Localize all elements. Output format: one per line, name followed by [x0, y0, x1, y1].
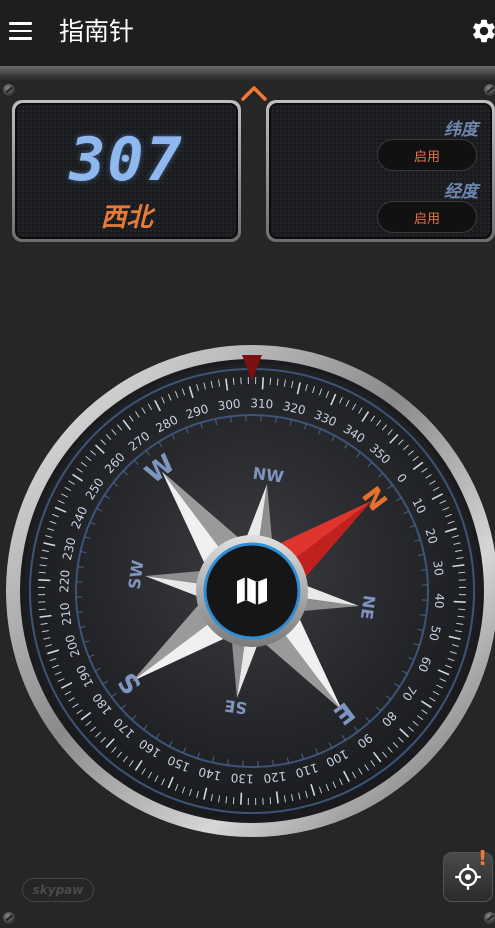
brand-logo: skypaw — [22, 878, 94, 902]
app-bar: 指南针 — [0, 0, 495, 66]
app-title: 指南针 — [59, 17, 135, 46]
intercardinal-label: SE — [223, 696, 248, 718]
heading-panel: 307 西北 — [12, 100, 241, 242]
latitude-enable-button[interactable]: 启用 — [377, 139, 477, 171]
heading-direction: 西北 — [100, 203, 153, 233]
screw-icon — [484, 912, 495, 924]
degree-label: 300 — [217, 397, 241, 414]
degree-label: 210 — [58, 602, 75, 626]
menu-icon[interactable] — [9, 22, 32, 40]
compass-dial[interactable]: 0102030405060708090100110120130140150160… — [0, 336, 495, 846]
screw-icon — [484, 84, 495, 96]
longitude-enable-button[interactable]: 启用 — [377, 201, 477, 233]
alert-badge: ! — [478, 846, 488, 870]
location-panel: 纬度 启用 经度 启用 — [266, 100, 495, 242]
degree-label: 310 — [250, 396, 274, 411]
latitude-label: 纬度 — [444, 120, 478, 140]
screw-icon — [3, 84, 15, 96]
screw-icon — [3, 912, 15, 924]
top-rail — [0, 66, 495, 82]
intercardinal-label: NE — [357, 594, 379, 621]
degree-label: 120 — [263, 769, 287, 786]
degree-label: 30 — [430, 560, 446, 577]
heading-degrees: 307 — [69, 125, 184, 195]
degree-label: 220 — [57, 569, 72, 593]
longitude-label: 经度 — [444, 182, 478, 202]
location-display: 纬度 启用 经度 启用 — [269, 103, 492, 239]
heading-display: 307 西北 — [15, 103, 238, 239]
degree-label: 40 — [432, 593, 447, 609]
intercardinal-label: SW — [125, 559, 148, 591]
gear-icon[interactable] — [470, 17, 495, 45]
chevron-up-icon[interactable] — [240, 84, 268, 102]
degree-label: 130 — [230, 771, 254, 786]
map-icon[interactable] — [237, 577, 267, 605]
